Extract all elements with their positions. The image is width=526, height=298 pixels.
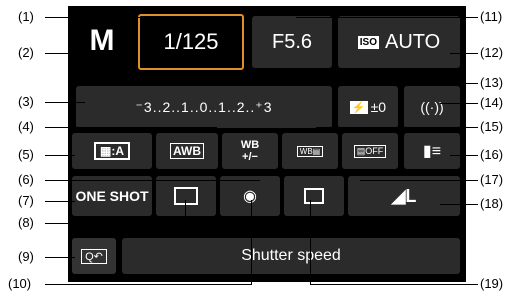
shooting-mode[interactable]: M	[72, 16, 132, 66]
metering-mode[interactable]: ◉	[220, 176, 280, 216]
leader-1	[45, 17, 165, 18]
af-area-mode[interactable]	[156, 176, 216, 216]
callout-13: (13)	[480, 75, 504, 90]
exposure-level-indicator[interactable]: ⁻3..2..1..0..1..2..⁺3	[76, 86, 332, 128]
status-bar: Shutter speed	[122, 238, 460, 274]
callout-3: (3)	[18, 94, 34, 109]
leader-18	[440, 204, 478, 205]
shutter-speed-setting[interactable]: 1/125	[138, 14, 244, 70]
flash-comp-icon: ⚡	[349, 100, 368, 114]
callout-14: (14)	[480, 95, 504, 110]
callout-4: (4)	[18, 119, 34, 134]
leader-15	[316, 127, 478, 128]
callout-2: (2)	[18, 45, 34, 60]
auto-lighting-optimizer[interactable]: ▤OFF	[342, 133, 398, 169]
leader-10v	[251, 200, 252, 285]
leader-4	[45, 127, 217, 128]
callout-17: (17)	[480, 172, 504, 187]
quick-control-screen: M 1/125 F5.6 ISO AUTO ⁻3..2..1..0..1..2.…	[68, 6, 466, 282]
leader-16	[450, 155, 478, 156]
wireless-settings[interactable]: ((·))	[404, 86, 460, 128]
callout-11: (11)	[480, 9, 503, 24]
leader-19	[310, 284, 478, 285]
camera-menu-icon: ▮≡	[422, 143, 442, 160]
leader-5	[45, 155, 75, 156]
aperture-setting[interactable]: F5.6	[252, 16, 332, 68]
callout-19: (19)	[480, 276, 504, 291]
callout-7: (7)	[18, 193, 34, 208]
leader-3	[45, 102, 85, 103]
leader-2	[45, 53, 75, 54]
leader-10	[45, 284, 251, 285]
callout-1: (1)	[18, 9, 34, 24]
callout-16: (16)	[480, 147, 504, 162]
single-shot-icon	[304, 188, 324, 204]
af-operation[interactable]: ONE SHOT	[72, 176, 152, 216]
quality-icon: ◢	[391, 185, 406, 206]
leader-9	[45, 257, 75, 258]
picture-style-icon: ▦:A	[93, 142, 130, 160]
image-quality[interactable]: ◢ L	[348, 176, 460, 216]
picture-style[interactable]: ▦:A	[72, 133, 152, 169]
wb-bracketing-icon: WB▤	[296, 145, 324, 157]
leader-19v	[310, 200, 311, 285]
iso-setting[interactable]: ISO AUTO	[338, 16, 460, 68]
wireless-icon: ((·))	[420, 99, 444, 115]
leader-14	[440, 103, 478, 104]
drive-mode[interactable]	[284, 176, 344, 216]
iso-badge: ISO	[357, 35, 380, 49]
leader-13	[350, 83, 478, 84]
callout-5: (5)	[18, 147, 34, 162]
leader-8	[45, 223, 185, 224]
q-return-icon: Q↶	[81, 248, 107, 264]
callout-8: (8)	[18, 215, 34, 230]
flash-exposure-compensation[interactable]: ⚡ ±0	[338, 86, 398, 128]
callout-18: (18)	[480, 196, 504, 211]
custom-controls[interactable]: ▮≡	[404, 133, 460, 169]
callout-9: (9)	[18, 249, 34, 264]
metering-icon: ◉	[243, 188, 257, 205]
leader-7	[45, 201, 75, 202]
callout-6: (6)	[18, 172, 34, 187]
callout-10: (10)	[8, 276, 32, 291]
leader-12	[450, 53, 478, 54]
white-balance-correction[interactable]: WB +/−	[222, 133, 278, 169]
af-area-icon	[174, 187, 198, 205]
leader-17	[360, 180, 478, 181]
leader-11	[296, 17, 478, 18]
back-button[interactable]: Q↶	[72, 238, 116, 274]
wb-bracketing[interactable]: WB▤	[282, 133, 338, 169]
leader-8v	[185, 200, 186, 224]
alo-icon: ▤OFF	[353, 144, 387, 158]
callout-15: (15)	[480, 119, 504, 134]
callout-12: (12)	[480, 45, 504, 60]
leader-6	[45, 180, 260, 181]
white-balance[interactable]: AWB	[156, 133, 218, 169]
